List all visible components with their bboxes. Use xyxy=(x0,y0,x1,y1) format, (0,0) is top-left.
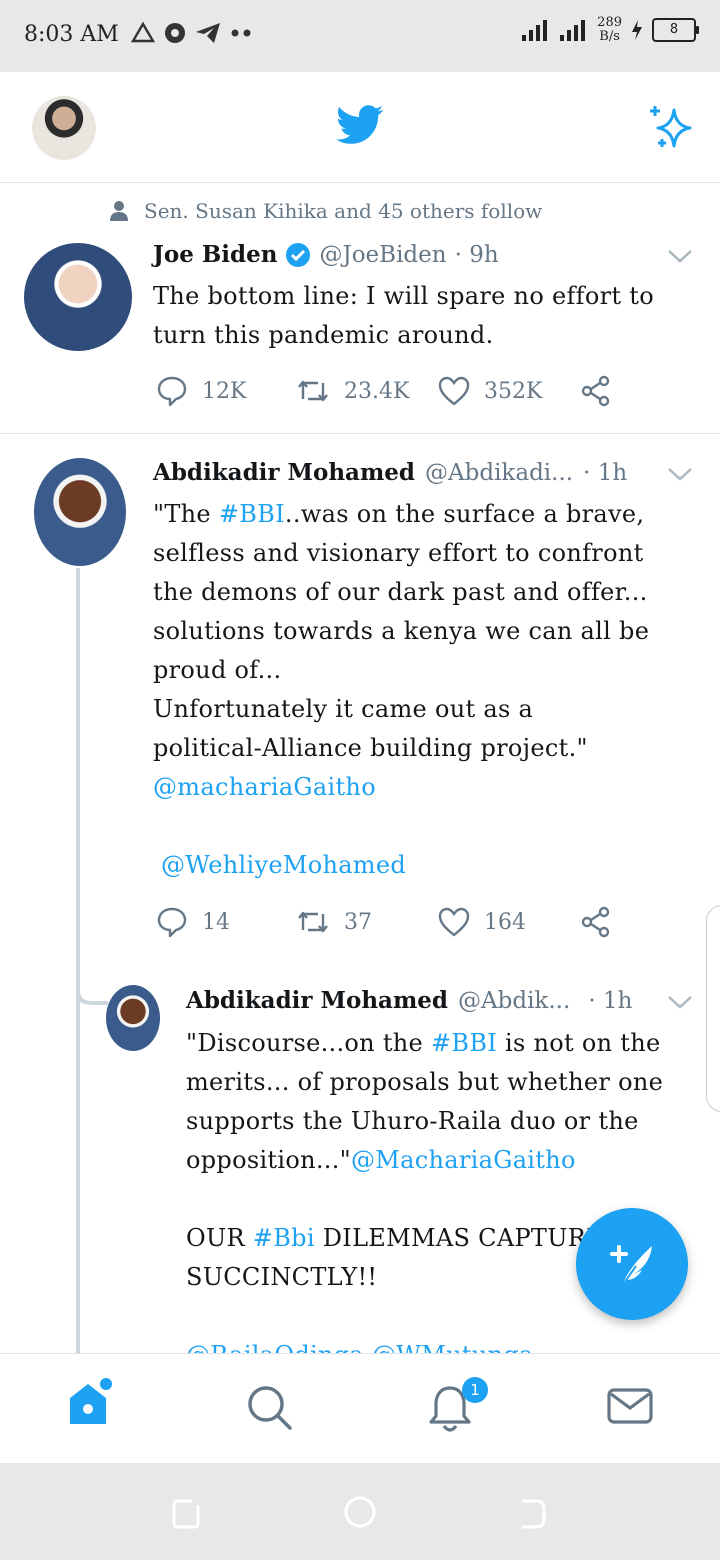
like-count: 352K xyxy=(484,378,543,404)
timeline-feed[interactable]: Sen. Susan Kihika and 45 others follow J… xyxy=(0,183,720,1353)
mention-link[interactable]: @WehliyeMohamed xyxy=(161,851,406,879)
status-bar: 8:03 AM 289 B/s 8 xyxy=(0,0,720,72)
status-notification-icons xyxy=(130,20,254,46)
retweet-button[interactable]: 37 xyxy=(296,908,438,936)
tweet-avatar[interactable] xyxy=(24,243,132,351)
chrome-icon xyxy=(165,23,185,43)
share-button[interactable] xyxy=(580,375,612,407)
person-icon xyxy=(110,201,128,221)
chevron-down-icon[interactable] xyxy=(666,465,694,483)
bottom-navigation xyxy=(0,1353,720,1464)
tweet-author-name[interactable]: Abdikadir Mohamed xyxy=(186,987,448,1014)
system-navigation-bar xyxy=(0,1463,720,1560)
tweet-header: Abdikadir Mohamed @Abdikadi... · 1h xyxy=(153,459,627,486)
tweet-text-part: ..was on the surface a brave, xyxy=(284,500,645,528)
back-icon[interactable] xyxy=(514,1495,550,1531)
search-icon[interactable] xyxy=(246,1384,294,1432)
like-button[interactable]: 352K xyxy=(438,376,580,406)
reply-icon xyxy=(157,907,187,938)
tweet-text-part: OUR xyxy=(186,1224,253,1252)
like-count: 164 xyxy=(484,909,526,935)
app-header xyxy=(0,72,720,183)
reply-count: 12K xyxy=(202,378,247,404)
share-button[interactable] xyxy=(580,906,612,938)
reply-count: 14 xyxy=(202,909,230,935)
mention-link[interactable]: @machariaGaitho xyxy=(153,773,376,801)
like-button[interactable]: 164 xyxy=(438,907,580,937)
profile-avatar[interactable] xyxy=(32,96,96,160)
compose-tweet-button[interactable] xyxy=(576,1208,688,1320)
tweet-divider xyxy=(0,433,720,434)
hashtag-link[interactable]: #Bbi xyxy=(253,1224,315,1252)
mention-link[interactable]: @RailaOdinga @WMutunga xyxy=(186,1341,534,1353)
status-time: 8:03 AM xyxy=(24,22,119,47)
signal-icon xyxy=(522,20,548,41)
tweet-text: "The #BBI..was on the surface a brave, s… xyxy=(153,495,703,885)
tweet-avatar[interactable] xyxy=(34,458,126,566)
mention-link[interactable]: @MachariaGaitho xyxy=(351,1146,576,1174)
sparkle-icon[interactable] xyxy=(646,102,696,152)
charging-icon xyxy=(632,20,642,40)
retweet-count: 23.4K xyxy=(344,378,410,404)
share-icon xyxy=(581,375,610,407)
thread-connector xyxy=(76,967,108,1005)
tweet-header: Joe Biden @JoeBiden · 9h xyxy=(153,241,499,268)
chevron-down-icon[interactable] xyxy=(666,993,694,1011)
tweet-actions: 14 37 164 xyxy=(156,906,612,938)
edge-panel-handle[interactable] xyxy=(706,905,720,1112)
tweet-text-part: "The xyxy=(153,500,219,528)
status-right: 289 B/s 8 xyxy=(521,16,699,44)
tweet-avatar[interactable] xyxy=(106,985,160,1051)
heart-icon xyxy=(438,907,470,937)
signal-h-icon xyxy=(560,20,586,41)
compose-feather-icon xyxy=(610,1245,652,1287)
tweet-author-handle[interactable]: @Abdik... xyxy=(458,988,570,1014)
retweet-icon xyxy=(298,911,328,933)
thread-line xyxy=(76,568,80,973)
reply-button[interactable]: 14 xyxy=(156,906,296,938)
thread-line xyxy=(76,963,80,1353)
home-circle-icon[interactable] xyxy=(342,1494,378,1530)
hashtag-link[interactable]: #BBI xyxy=(219,500,285,528)
tweet-text: The bottom line: I will spare no effort … xyxy=(153,282,662,349)
retweet-button[interactable]: 23.4K xyxy=(296,377,438,405)
recent-apps-icon[interactable] xyxy=(168,1495,204,1531)
telegram-icon xyxy=(196,23,220,43)
notification-badge: 1 xyxy=(462,1377,488,1403)
retweet-count: 37 xyxy=(344,909,372,935)
tweet-time: · 9h xyxy=(454,241,499,268)
network-speed-unit: B/s xyxy=(599,29,620,44)
hashtag-link[interactable]: #BBI xyxy=(431,1029,497,1057)
battery-icon: 8 xyxy=(652,18,699,42)
reply-icon xyxy=(157,376,187,407)
heart-icon xyxy=(438,376,470,406)
drive-icon xyxy=(130,21,156,43)
tweet-author-handle[interactable]: @Abdikadi... xyxy=(425,460,573,486)
home-icon[interactable] xyxy=(66,1374,116,1430)
network-speed-value: 289 xyxy=(597,15,622,30)
share-icon xyxy=(581,906,610,938)
network-speed: 289 B/s xyxy=(597,16,622,44)
tweet-author-handle[interactable]: @JoeBiden xyxy=(319,242,446,268)
tweet-time: · 1h xyxy=(588,987,633,1014)
tweet-header: Abdikadir Mohamed @Abdik... · 1h xyxy=(186,987,632,1014)
tweet-author-name[interactable]: Joe Biden xyxy=(153,241,277,268)
tweet-time: · 1h xyxy=(583,459,628,486)
tweet-text-part: selfless and visionary effort to confron… xyxy=(153,539,650,762)
messages-envelope-icon[interactable] xyxy=(606,1386,654,1428)
social-context: Sen. Susan Kihika and 45 others follow xyxy=(108,199,542,223)
verified-badge-icon xyxy=(286,242,311,267)
chevron-down-icon[interactable] xyxy=(666,247,694,265)
tweet-text-part: "Discourse...on the xyxy=(186,1029,431,1057)
reply-button[interactable]: 12K xyxy=(156,375,296,407)
retweet-icon xyxy=(298,380,328,402)
tweet-author-name[interactable]: Abdikadir Mohamed xyxy=(153,459,415,486)
twitter-logo-icon[interactable] xyxy=(336,104,384,146)
social-context-text: Sen. Susan Kihika and 45 others follow xyxy=(144,199,543,223)
tweet-actions: 12K 23.4K 352K xyxy=(156,375,612,407)
more-dots-icon xyxy=(231,29,251,37)
